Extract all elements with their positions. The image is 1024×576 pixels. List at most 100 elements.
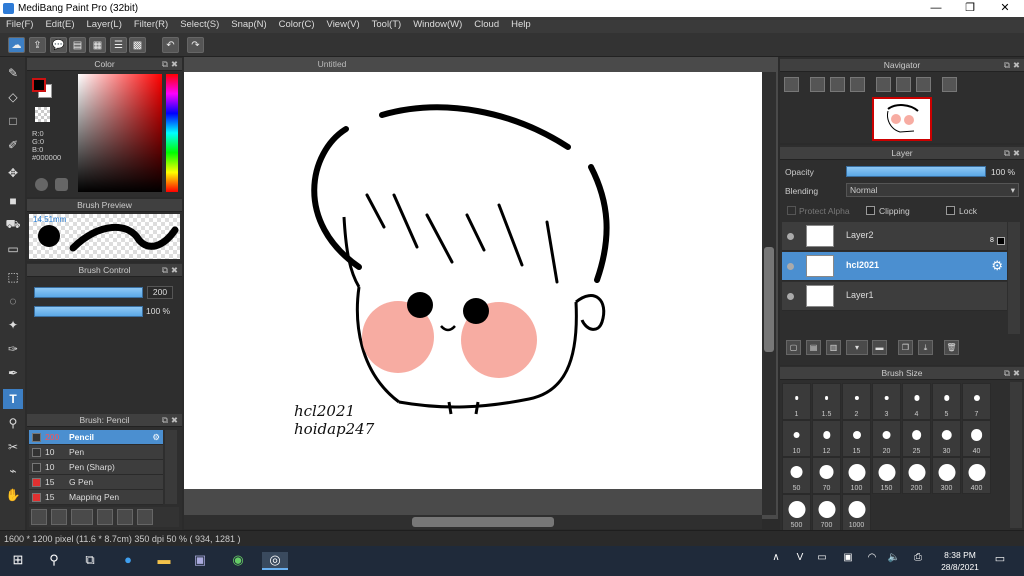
- brush-item[interactable]: 15 Mapping Pen: [29, 490, 163, 505]
- brush-size-option[interactable]: 3: [872, 383, 901, 420]
- layer-settings-gear-icon[interactable]: ⚙: [991, 258, 1003, 274]
- brush-size-option[interactable]: 4: [902, 383, 931, 420]
- maximize-button[interactable]: ❐: [953, 0, 987, 17]
- brush-size-option[interactable]: 5: [932, 383, 961, 420]
- folder-icon[interactable]: [117, 509, 133, 525]
- cloud-icon[interactable]: ☁: [8, 37, 25, 53]
- chat-icon[interactable]: ▤: [69, 37, 86, 53]
- document-tab[interactable]: Untitled: [184, 57, 480, 71]
- brush-size-option[interactable]: 10: [782, 420, 811, 457]
- horizontal-scrollbar[interactable]: [184, 515, 762, 529]
- close-icon[interactable]: ✖: [171, 58, 178, 71]
- brush-size-option[interactable]: 50: [782, 457, 811, 494]
- fit-icon[interactable]: [830, 77, 845, 92]
- palette-icon[interactable]: [35, 178, 48, 191]
- lasso-tool-icon[interactable]: ◌: [3, 291, 23, 311]
- menu-select[interactable]: Select(S): [174, 17, 225, 33]
- duplicate-layer-icon[interactable]: ❐: [898, 340, 913, 355]
- new-layer-icon[interactable]: ▢: [786, 340, 801, 355]
- list-icon[interactable]: ☰: [110, 37, 127, 53]
- layer-row[interactable]: Layer2: [782, 222, 1007, 251]
- brush-size-option[interactable]: 200: [902, 457, 931, 494]
- protect-alpha-checkbox[interactable]: [787, 206, 796, 215]
- operation-tool-icon[interactable]: ⚲: [3, 413, 23, 433]
- dock-icon[interactable]: ⧉: [162, 58, 168, 71]
- brush-item[interactable]: 200 Pencil ⚙: [29, 430, 163, 445]
- dock-icon[interactable]: ⧉: [162, 414, 168, 427]
- dot-tool-icon[interactable]: □: [3, 111, 23, 131]
- layer-opacity-slider[interactable]: [846, 166, 986, 177]
- drawing-canvas[interactable]: hcl2021 hoidap247: [184, 72, 762, 489]
- new-layer-halftone-icon[interactable]: ▤: [806, 340, 821, 355]
- gradient-tool-icon[interactable]: ▭: [3, 239, 23, 259]
- color-picker-icon[interactable]: [55, 178, 68, 191]
- dock-icon[interactable]: ⧉: [162, 264, 168, 277]
- close-icon[interactable]: ✖: [171, 414, 178, 427]
- brush-menu-icon[interactable]: [71, 509, 93, 525]
- close-icon[interactable]: ✖: [1013, 147, 1020, 160]
- video-icon[interactable]: ▭: [812, 552, 832, 570]
- notification-app-icon[interactable]: ▣: [838, 552, 858, 570]
- brush-opacity-slider[interactable]: [34, 306, 143, 317]
- dock-icon[interactable]: ⧉: [1004, 367, 1010, 380]
- horizontal-scroll-thumb[interactable]: [412, 517, 554, 527]
- undo-icon[interactable]: ↶: [162, 37, 179, 53]
- brush-size-option[interactable]: 700: [812, 494, 841, 531]
- chevron-up-icon[interactable]: ∧: [766, 552, 786, 570]
- duplicate-icon[interactable]: [137, 509, 153, 525]
- brush-size-option[interactable]: 12: [812, 420, 841, 457]
- zoom-out-icon[interactable]: [850, 77, 865, 92]
- app-icon[interactable]: ◉: [228, 552, 248, 570]
- brush-size-option[interactable]: 7: [962, 383, 991, 420]
- rotate-right-icon[interactable]: [916, 77, 931, 92]
- volume-icon[interactable]: 🔈: [884, 552, 904, 570]
- brush-size-option[interactable]: 300: [932, 457, 961, 494]
- select-eraser-icon[interactable]: ✒: [3, 363, 23, 383]
- menu-color[interactable]: Color(C): [273, 17, 321, 33]
- menu-snap[interactable]: Snap(N): [225, 17, 272, 33]
- brush-size-value[interactable]: 200: [147, 286, 173, 299]
- rotate-left-icon[interactable]: [876, 77, 891, 92]
- brush-settings-gear-icon[interactable]: ⚙: [152, 430, 160, 445]
- visibility-eye-icon[interactable]: [787, 263, 794, 270]
- share-icon[interactable]: ⇪: [29, 37, 46, 53]
- brush-size-option[interactable]: 30: [932, 420, 961, 457]
- wifi-icon[interactable]: ◠: [862, 552, 882, 570]
- grid-icon[interactable]: ▩: [129, 37, 146, 53]
- store-icon[interactable]: ▣: [190, 552, 210, 570]
- vertical-scroll-thumb[interactable]: [764, 247, 774, 352]
- close-button[interactable]: ✕: [988, 0, 1022, 17]
- layer-list-scrollbar[interactable]: [1008, 222, 1020, 334]
- brush-item[interactable]: 10 Pen (Sharp): [29, 460, 163, 475]
- task-view-icon[interactable]: ⧉: [80, 552, 100, 570]
- folder-icon[interactable]: ▬: [872, 340, 887, 355]
- transparent-swatch[interactable]: [35, 107, 50, 122]
- text-tool-icon[interactable]: T: [3, 389, 23, 409]
- menu-view[interactable]: View(V): [321, 17, 366, 33]
- brush-size-option[interactable]: 1.5: [812, 383, 841, 420]
- visibility-eye-icon[interactable]: [787, 293, 794, 300]
- minimize-button[interactable]: —: [919, 0, 953, 17]
- comment-icon[interactable]: 💬: [50, 37, 67, 53]
- menu-filter[interactable]: Filter(R): [128, 17, 174, 33]
- file-explorer-icon[interactable]: ▬: [154, 552, 174, 570]
- tray-icon[interactable]: V: [790, 552, 810, 570]
- new-brush-icon[interactable]: [51, 509, 67, 525]
- brush-size-option[interactable]: 25: [902, 420, 931, 457]
- menu-layer[interactable]: Layer(L): [81, 17, 128, 33]
- visibility-eye-icon[interactable]: [787, 233, 794, 240]
- close-icon[interactable]: ✖: [171, 264, 178, 277]
- saturation-value-field[interactable]: [78, 74, 162, 192]
- vertical-scrollbar[interactable]: [762, 72, 776, 515]
- edge-browser-icon[interactable]: ●: [118, 552, 138, 570]
- redo-icon[interactable]: ↷: [187, 37, 204, 53]
- delete-layer-icon[interactable]: 🗑: [944, 340, 959, 355]
- brush-size-scrollbar[interactable]: [1010, 382, 1022, 528]
- lock-checkbox[interactable]: [946, 206, 955, 215]
- brush-size-option[interactable]: 70: [812, 457, 841, 494]
- move-tool-icon[interactable]: ✥: [3, 163, 23, 183]
- zoom-in-icon[interactable]: [810, 77, 825, 92]
- primary-color-swatch[interactable]: [32, 78, 46, 92]
- brush-size-option[interactable]: 400: [962, 457, 991, 494]
- clock[interactable]: 8:38 PM 28/8/2021: [936, 549, 984, 573]
